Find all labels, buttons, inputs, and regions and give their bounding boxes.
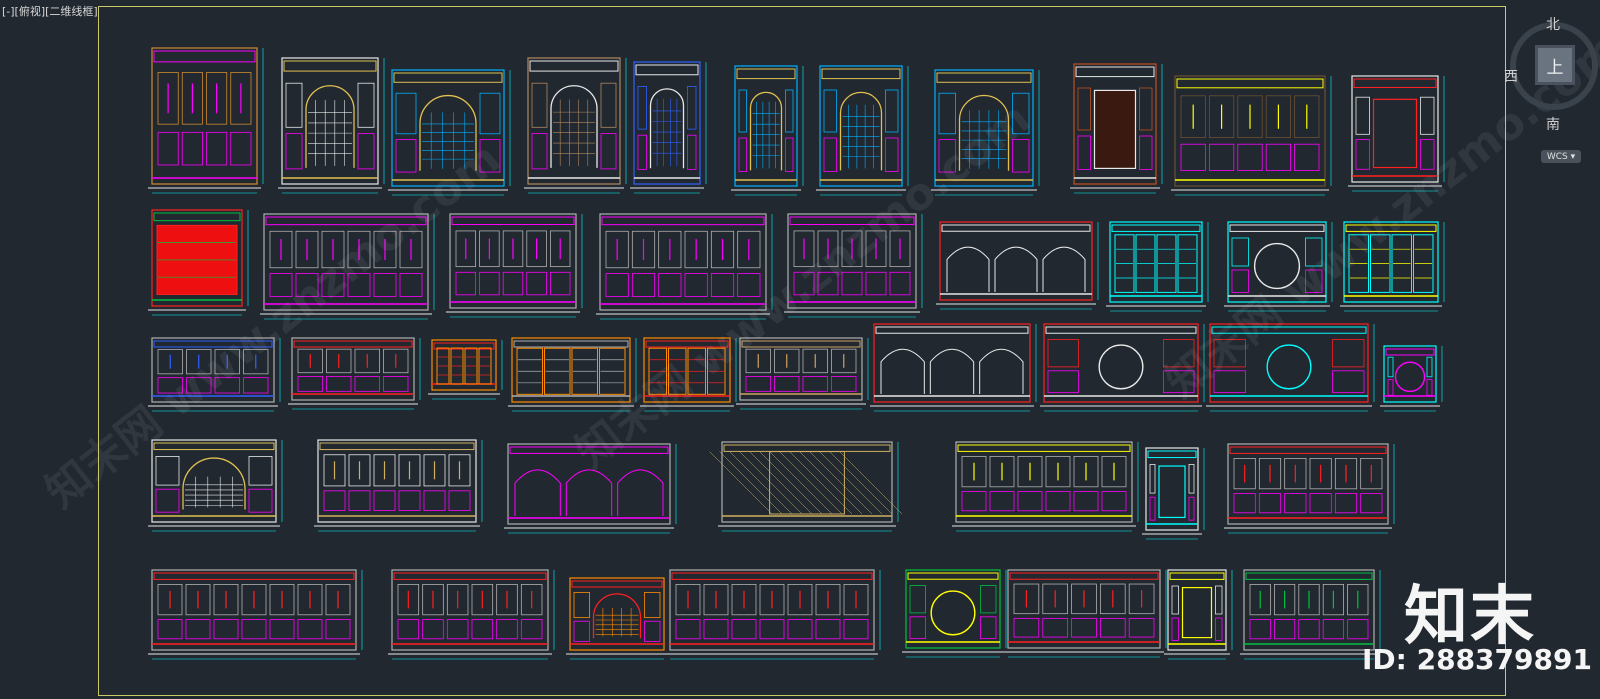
drawing-sheet-border [98, 6, 1506, 696]
viewcube-navigator[interactable]: 北 西 上 南 [1504, 8, 1600, 133]
compass-north-label[interactable]: 北 [1546, 14, 1560, 34]
viewcube-top-face[interactable]: 上 [1538, 48, 1572, 82]
compass-west-label[interactable]: 西 [1504, 66, 1518, 86]
brand-id-label: ID: 288379891 [1362, 643, 1592, 676]
compass-south-label[interactable]: 南 [1546, 114, 1560, 134]
wcs-menu-button[interactable]: WCS ▾ [1541, 150, 1581, 163]
